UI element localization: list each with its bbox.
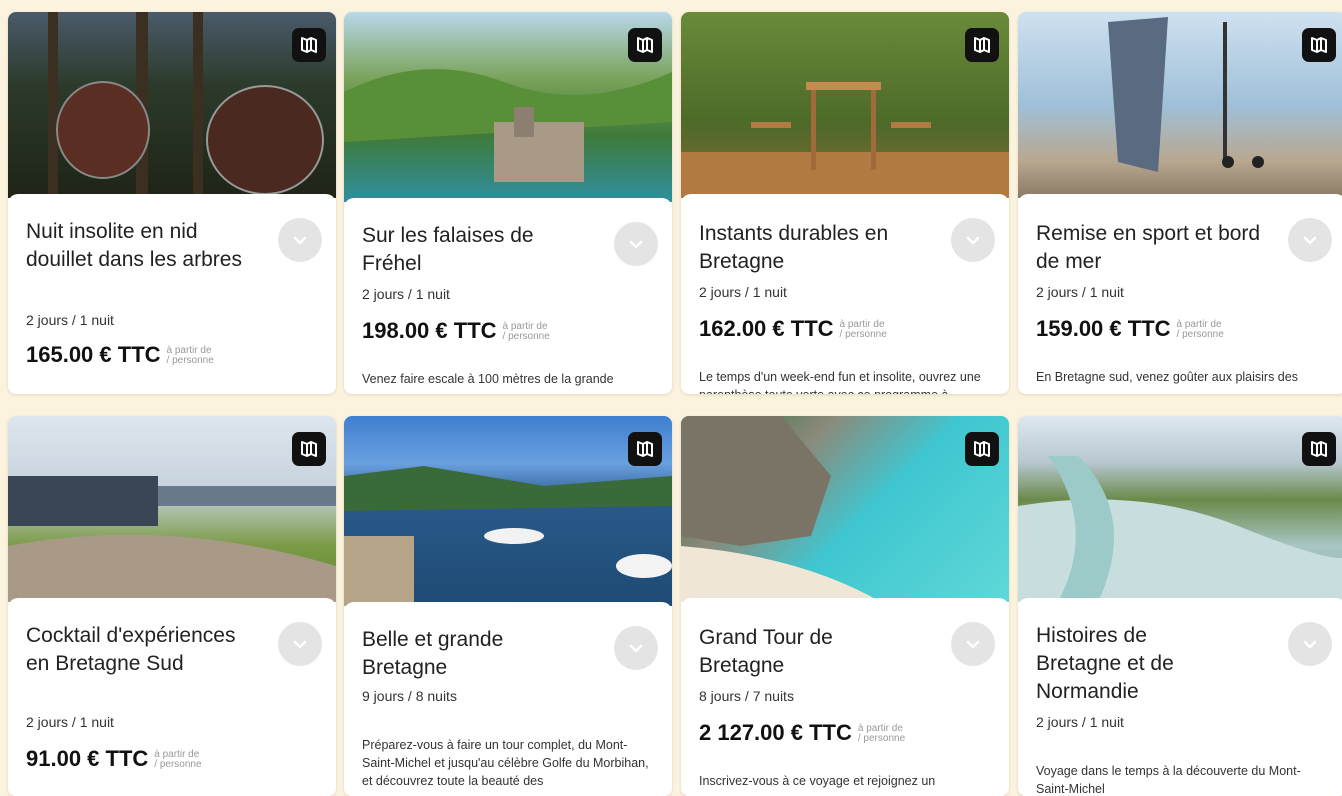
- tour-duration: 9 jours / 8 nuits: [362, 688, 457, 704]
- tour-duration: 8 jours / 7 nuits: [699, 688, 794, 704]
- tour-card[interactable]: Nuit insolite en nid douillet dans les a…: [8, 12, 336, 394]
- tour-price: 159.00 € TTC à partir de / personne: [1036, 316, 1224, 341]
- map-button[interactable]: [628, 28, 662, 62]
- tour-title: Grand Tour de Bretagne: [699, 626, 833, 677]
- price-note: à partir de / personne: [502, 321, 550, 343]
- tour-card[interactable]: Belle et grande Bretagne 9 jours / 8 nui…: [344, 416, 672, 796]
- tour-duration: 2 jours / 1 nuit: [699, 284, 787, 300]
- tour-photo: [344, 416, 672, 606]
- tour-card[interactable]: Grand Tour de Bretagne 8 jours / 7 nuits…: [681, 416, 1009, 796]
- map-icon: [299, 439, 319, 459]
- tour-duration: 2 jours / 1 nuit: [26, 312, 114, 328]
- expand-button[interactable]: [951, 218, 995, 262]
- tour-card[interactable]: Histoires de Bretagne et de Normandie 2 …: [1018, 416, 1342, 796]
- tour-card[interactable]: Cocktail d'expériences en Bretagne Sud 2…: [8, 416, 336, 796]
- chevron-down-icon: [1301, 635, 1319, 653]
- tour-title: Cocktail d'expériences en Bretagne Sud: [26, 624, 236, 675]
- map-icon: [1309, 35, 1329, 55]
- expand-button[interactable]: [1288, 218, 1332, 262]
- tour-title: Remise en sport et bord de mer: [1036, 222, 1261, 273]
- chevron-down-icon: [1301, 231, 1319, 249]
- expand-button[interactable]: [951, 622, 995, 666]
- tour-photo: [1018, 416, 1342, 602]
- tour-title: Sur les falaises de Fréhel: [362, 224, 534, 275]
- tour-description: Venez faire escale à 100 mètres de la gr…: [362, 372, 614, 386]
- map-button[interactable]: [965, 28, 999, 62]
- tour-title: Instants durables en Bretagne: [699, 222, 889, 273]
- map-icon: [972, 35, 992, 55]
- tour-photo: [8, 416, 336, 602]
- tour-photo: [344, 12, 672, 202]
- map-button[interactable]: [1302, 28, 1336, 62]
- chevron-down-icon: [627, 235, 645, 253]
- price-note: à partir de / personne: [857, 723, 906, 745]
- expand-button[interactable]: [614, 626, 658, 670]
- tour-title: Nuit insolite en nid douillet dans les a…: [26, 220, 242, 271]
- tour-photo: [1018, 12, 1342, 198]
- tour-card[interactable]: Instants durables en Bretagne 2 jours / …: [681, 12, 1009, 394]
- map-button[interactable]: [1302, 432, 1336, 466]
- price-note: à partir de / personne: [166, 345, 214, 367]
- tour-description: Le temps d'un week-end fun et insolite, …: [699, 370, 981, 394]
- price-note: à partir de / personne: [154, 749, 202, 771]
- map-icon: [299, 35, 319, 55]
- map-icon: [1309, 439, 1329, 459]
- chevron-down-icon: [627, 639, 645, 657]
- tour-price: 2 127.00 € TTC à partir de / personne: [699, 720, 906, 745]
- tour-price: 162.00 € TTC à partir de / personne: [699, 316, 887, 341]
- tour-duration: 2 jours / 1 nuit: [26, 714, 114, 730]
- chevron-down-icon: [291, 635, 309, 653]
- chevron-down-icon: [964, 231, 982, 249]
- chevron-down-icon: [964, 635, 982, 653]
- tour-description: En Bretagne sud, venez goûter aux plaisi…: [1036, 370, 1298, 384]
- price-note: à partir de / personne: [839, 319, 887, 341]
- tour-description: Inscrivez-vous à ce voyage et rejoignez …: [699, 774, 936, 788]
- expand-button[interactable]: [278, 218, 322, 262]
- tour-card[interactable]: Remise en sport et bord de mer 2 jours /…: [1018, 12, 1342, 394]
- price-note: à partir de / personne: [1176, 319, 1224, 341]
- tour-description: Préparez-vous à faire un tour complet, d…: [362, 738, 649, 788]
- tour-photo: [681, 416, 1009, 602]
- map-icon: [972, 439, 992, 459]
- map-icon: [635, 439, 655, 459]
- tour-title: Histoires de Bretagne et de Normandie: [1036, 624, 1174, 703]
- map-button[interactable]: [292, 432, 326, 466]
- tour-title: Belle et grande Bretagne: [362, 628, 504, 679]
- expand-button[interactable]: [278, 622, 322, 666]
- tour-photo: [681, 12, 1009, 198]
- tour-card[interactable]: Sur les falaises de Fréhel 2 jours / 1 n…: [344, 12, 672, 394]
- tour-duration: 2 jours / 1 nuit: [1036, 714, 1124, 730]
- tour-duration: 2 jours / 1 nuit: [362, 286, 450, 302]
- tour-duration: 2 jours / 1 nuit: [1036, 284, 1124, 300]
- chevron-down-icon: [291, 231, 309, 249]
- expand-button[interactable]: [1288, 622, 1332, 666]
- tour-photo: [8, 12, 336, 198]
- map-button[interactable]: [292, 28, 326, 62]
- expand-button[interactable]: [614, 222, 658, 266]
- tour-price: 91.00 € TTC à partir de / personne: [26, 746, 202, 771]
- map-button[interactable]: [628, 432, 662, 466]
- tour-price: 198.00 € TTC à partir de / personne: [362, 318, 550, 343]
- map-icon: [635, 35, 655, 55]
- map-button[interactable]: [965, 432, 999, 466]
- tour-price: 165.00 € TTC à partir de / personne: [26, 342, 214, 367]
